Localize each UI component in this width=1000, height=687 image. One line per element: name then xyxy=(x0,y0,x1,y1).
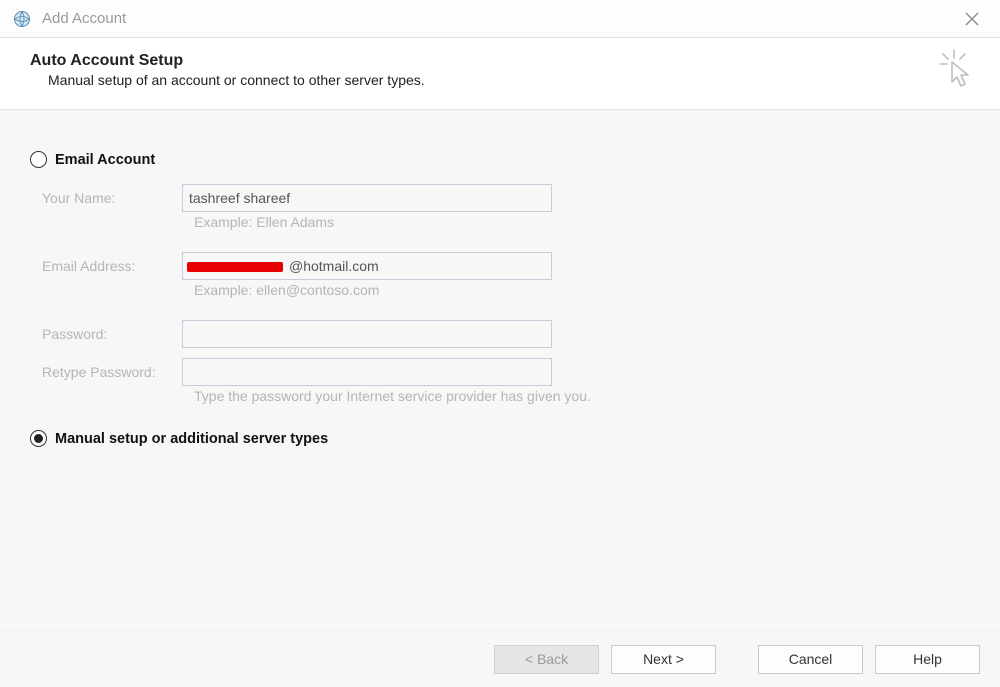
input-your-name[interactable] xyxy=(182,184,552,212)
back-button[interactable]: < Back xyxy=(494,645,599,674)
label-password: Password: xyxy=(42,326,182,342)
hint-password: Type the password your Internet service … xyxy=(194,388,970,404)
wizard-body: Email Account Your Name: Example: Ellen … xyxy=(0,110,1000,630)
wizard-header: Auto Account Setup Manual setup of an ac… xyxy=(0,38,1000,110)
radio-indicator xyxy=(30,430,47,447)
email-account-form: Your Name: Example: Ellen Adams Email Ad… xyxy=(42,184,970,404)
help-button[interactable]: Help xyxy=(875,645,980,674)
row-retype-password: Retype Password: xyxy=(42,358,970,386)
radio-indicator xyxy=(30,151,47,168)
input-retype-password[interactable] xyxy=(182,358,552,386)
radio-manual-setup-label: Manual setup or additional server types xyxy=(55,431,328,447)
radio-email-account[interactable]: Email Account xyxy=(30,151,970,168)
wizard-heading: Auto Account Setup xyxy=(30,52,970,70)
wizard-footer: < Back Next > Cancel Help xyxy=(0,630,1000,687)
redaction-bar xyxy=(187,262,283,272)
email-visible-part: @hotmail.com xyxy=(289,258,379,274)
close-button[interactable] xyxy=(952,4,992,34)
wizard-subheading: Manual setup of an account or connect to… xyxy=(48,72,970,88)
row-your-name: Your Name: xyxy=(42,184,970,212)
next-button[interactable]: Next > xyxy=(611,645,716,674)
click-cursor-icon xyxy=(932,48,980,101)
window-title: Add Account xyxy=(42,10,952,27)
input-password[interactable] xyxy=(182,320,552,348)
label-retype-password: Retype Password: xyxy=(42,364,182,380)
label-your-name: Your Name: xyxy=(42,190,182,206)
title-bar: Add Account xyxy=(0,0,1000,38)
radio-email-account-label: Email Account xyxy=(55,152,155,168)
hint-your-name: Example: Ellen Adams xyxy=(194,214,970,230)
row-password: Password: xyxy=(42,320,970,348)
input-email[interactable]: @hotmail.com xyxy=(182,252,552,280)
app-icon xyxy=(12,9,32,29)
radio-manual-setup[interactable]: Manual setup or additional server types xyxy=(30,430,970,447)
row-email: Email Address: @hotmail.com xyxy=(42,252,970,280)
hint-email: Example: ellen@contoso.com xyxy=(194,282,970,298)
label-email: Email Address: xyxy=(42,258,182,274)
cancel-button[interactable]: Cancel xyxy=(758,645,863,674)
